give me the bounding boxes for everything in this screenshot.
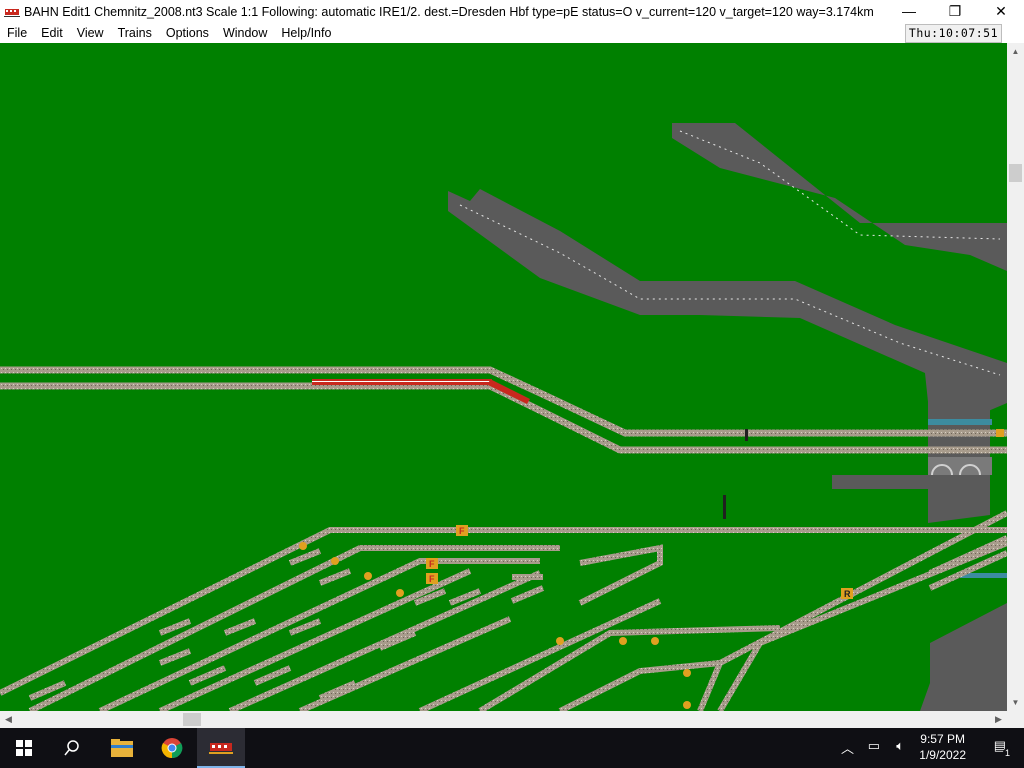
minimize-button[interactable]: — bbox=[886, 0, 932, 22]
chevron-up-icon[interactable]: ︿ bbox=[841, 738, 854, 757]
yard-tracks bbox=[0, 510, 1007, 711]
taskbar-clock[interactable]: 9:57 PM 1/9/2022 bbox=[919, 731, 966, 763]
track-yard-main bbox=[0, 527, 1007, 696]
menu-edit[interactable]: Edit bbox=[34, 24, 70, 43]
simulation-clock: Thu:10:07:51 bbox=[904, 24, 1002, 43]
close-button[interactable]: ✕ bbox=[978, 0, 1024, 22]
menu-bar: File Edit View Trains Options Window Hel… bbox=[0, 24, 1024, 43]
notification-count: 1 bbox=[1002, 748, 1012, 758]
signal-icon bbox=[556, 637, 564, 645]
menu-trains[interactable]: Trains bbox=[111, 24, 159, 43]
bahn-app-icon bbox=[4, 9, 20, 17]
signal-icon bbox=[331, 557, 339, 565]
scroll-up-arrow-icon[interactable]: ▲ bbox=[1007, 43, 1024, 60]
road-lower-right bbox=[920, 603, 1007, 711]
scroll-down-arrow-icon[interactable]: ▼ bbox=[1007, 694, 1024, 711]
track-main-upper bbox=[0, 366, 1007, 437]
menu-view[interactable]: View bbox=[70, 24, 111, 43]
signal-icon bbox=[299, 542, 307, 550]
vertical-scrollbar[interactable]: ▲ ▼ bbox=[1007, 43, 1024, 711]
track-yard-9 bbox=[558, 660, 721, 711]
road-small bbox=[832, 475, 932, 489]
signal-icon bbox=[364, 572, 372, 580]
track-yard-5 bbox=[228, 570, 542, 711]
signal-post-icon bbox=[723, 495, 726, 519]
main-line-tracks bbox=[0, 366, 1007, 454]
signal-icon bbox=[651, 637, 659, 645]
road-upper-right bbox=[672, 123, 1007, 271]
scroll-left-arrow-icon[interactable]: ◀ bbox=[0, 711, 17, 728]
menu-options[interactable]: Options bbox=[159, 24, 216, 43]
file-explorer-icon[interactable] bbox=[98, 728, 146, 768]
signal-icon bbox=[396, 589, 404, 597]
menu-file[interactable]: File bbox=[0, 24, 34, 43]
platform-canopy bbox=[928, 419, 992, 425]
signal-post-icon bbox=[745, 429, 748, 441]
track-yard-12 bbox=[578, 544, 663, 606]
signal-label-f: F bbox=[429, 574, 435, 584]
chrome-icon[interactable] bbox=[148, 728, 196, 768]
horizontal-scrollbar[interactable]: ◀ ▶ bbox=[0, 711, 1007, 728]
track-main-lower bbox=[0, 382, 1007, 454]
menu-help-info[interactable]: Help/Info bbox=[274, 24, 338, 43]
horizontal-scroll-thumb[interactable] bbox=[183, 713, 201, 726]
road-network bbox=[448, 123, 1007, 711]
signal-post-icon bbox=[996, 429, 1004, 437]
rail-map-canvas[interactable]: F F F R bbox=[0, 43, 1007, 711]
signal-label-f: F bbox=[429, 559, 435, 569]
vertical-scroll-thumb[interactable] bbox=[1009, 164, 1022, 182]
window-title: BAHN Edit1 Chemnitz_2008.nt3 Scale 1:1 F… bbox=[24, 5, 874, 19]
network-icon[interactable]: ▭ bbox=[868, 738, 880, 754]
menu-window[interactable]: Window bbox=[216, 24, 274, 43]
volume-icon[interactable]: 🔈︎ bbox=[896, 738, 904, 754]
track-yard-8 bbox=[478, 625, 781, 711]
taskbar-time: 9:57 PM bbox=[920, 732, 965, 746]
maximize-button[interactable]: ❐ bbox=[932, 0, 978, 22]
signal-icon bbox=[683, 701, 691, 709]
signal-label-f: F bbox=[459, 526, 465, 536]
taskbar-date: 1/9/2022 bbox=[919, 748, 966, 762]
search-icon[interactable] bbox=[48, 728, 96, 768]
scroll-corner bbox=[1007, 711, 1024, 728]
track-yard-7 bbox=[418, 598, 662, 711]
rail-map-svg: F F F R bbox=[0, 123, 1007, 711]
signal-label-r: R bbox=[844, 589, 851, 599]
bahn-app-icon[interactable] bbox=[197, 728, 245, 768]
signal-icon bbox=[683, 669, 691, 677]
title-bar: BAHN Edit1 Chemnitz_2008.nt3 Scale 1:1 F… bbox=[0, 0, 1024, 24]
signal-icon bbox=[619, 637, 627, 645]
taskbar: ︿ ▭ 🔈︎ 9:57 PM 1/9/2022 ▤ 1 bbox=[0, 728, 1024, 768]
scroll-right-arrow-icon[interactable]: ▶ bbox=[990, 711, 1007, 728]
windows-start-icon[interactable] bbox=[0, 728, 48, 768]
